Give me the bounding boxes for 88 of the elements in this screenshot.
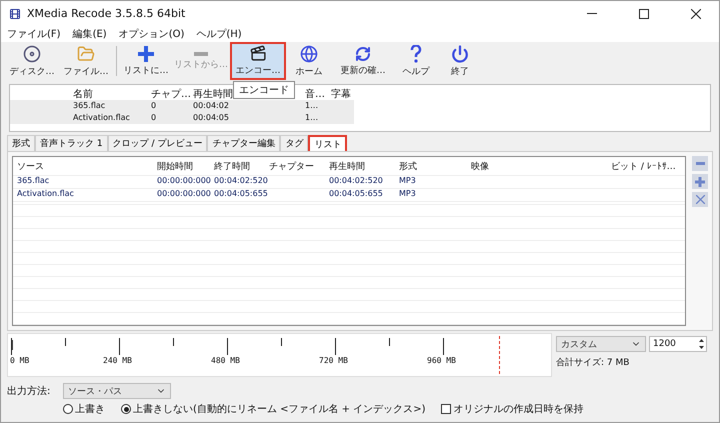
minus-icon: [696, 162, 704, 165]
toolbar-button[interactable]: エンコー…: [230, 42, 286, 80]
menu-item[interactable]: オプション(O): [118, 27, 184, 41]
column-header[interactable]: ソース: [13, 157, 153, 175]
tick-label: 480 MB: [211, 356, 240, 365]
table-row[interactable]: 365.flac 0 00:04:02 1…: [10, 100, 354, 112]
power-icon: [451, 44, 469, 62]
limit-line: [499, 336, 500, 374]
clapperboard-icon: [250, 45, 266, 62]
radio-button[interactable]: [63, 404, 73, 414]
radio-button[interactable]: [121, 404, 131, 414]
table-cell-text: 0: [150, 112, 158, 124]
toolbar-button[interactable]: ヘルプ: [394, 42, 438, 80]
menu-item[interactable]: ヘルプ(H): [196, 27, 242, 41]
column-header[interactable]: 名前: [70, 85, 148, 100]
toolbar-button[interactable]: リストに…: [120, 42, 172, 80]
checkbox-option[interactable]: オリジナルの作成日時を保持: [441, 402, 584, 416]
column-header[interactable]: 形式: [395, 157, 467, 175]
tab[interactable]: クロップ / プレビュー: [108, 135, 208, 151]
tick-label: 240 MB: [103, 356, 132, 365]
maximize-icon: [639, 8, 649, 18]
table-cell-text: 00:00:00:000: [156, 189, 210, 200]
preset-dropdown[interactable]: カスタム: [556, 336, 646, 352]
output-label: 出力方法:: [7, 384, 52, 398]
toolbar-button[interactable]: ファイル…: [59, 42, 113, 80]
table-cell-text: 00:00:00:000: [156, 176, 210, 187]
tab[interactable]: 形式: [7, 135, 35, 151]
table-cell-text: 00:04:02:520: [328, 176, 384, 187]
minus-icon: [194, 52, 208, 56]
table-cell-text: 00:04:02:520: [213, 176, 265, 187]
size-limit-field[interactable]: 1200: [649, 336, 707, 352]
table-cell-text: 365.flac: [16, 176, 50, 187]
toolbar-button[interactable]: ディスク…: [5, 42, 59, 80]
plus-icon: [138, 46, 154, 62]
table-cell-text: Activation.flac: [16, 189, 75, 200]
table-row[interactable]: Activation.flac 0 00:04:05 1…: [10, 112, 354, 124]
spinner-arrows-icon[interactable]: [697, 337, 706, 351]
refresh-icon: [355, 46, 371, 62]
menu-item[interactable]: 編集(E): [72, 27, 107, 41]
tick-label: 720 MB: [319, 356, 348, 365]
table-cell-text: 00:04:05: [192, 112, 230, 124]
plus-icon: [695, 176, 705, 186]
folder-icon: [77, 44, 95, 62]
app-icon: [9, 8, 21, 20]
help-icon: [410, 44, 422, 62]
table-cell-text: 1…: [304, 100, 320, 112]
radio-option[interactable]: 上書き: [63, 402, 105, 416]
column-header[interactable]: 再生時間: [325, 157, 395, 175]
tick-label: 960 MB: [427, 356, 456, 365]
column-header[interactable]: 字幕: [328, 85, 354, 100]
table-row[interactable]: 365.flac 00:00:00:000 00:04:02:520 00:04:02:520 MP3: [13, 176, 685, 189]
table-cell-text: 0: [150, 100, 158, 112]
window-title: XMedia Recode 3.5.8.5 64bit: [27, 7, 186, 20]
table-row[interactable]: Activation.flac 00:00:00:000 00:04:05:655 00:04:05:655 MP3: [13, 189, 685, 202]
close-icon: [691, 8, 701, 18]
column-header[interactable]: 音…: [302, 85, 328, 100]
minimize-icon: [587, 13, 597, 14]
table-cell-text: 00:04:05:655: [328, 189, 384, 200]
tick-label: 0 MB: [10, 356, 30, 365]
table-cell-text: MP3: [398, 189, 417, 200]
table-cell-text: Activation.flac: [72, 112, 131, 124]
menu-item[interactable]: ファイル(F): [7, 27, 61, 41]
tab[interactable]: 音声トラック 1: [35, 135, 108, 151]
table-cell-text: 00:04:05:655: [213, 189, 265, 200]
globe-icon: [300, 44, 318, 62]
table-cell-text: MP3: [398, 176, 417, 187]
toolbar-button[interactable]: ホーム: [286, 42, 332, 80]
column-header[interactable]: ビット / ﾚｰﾄｻ…: [607, 157, 677, 175]
table-cell-text: 00:04:02: [192, 100, 230, 112]
total-size: 合計サイズ: 7 MB: [556, 356, 630, 369]
tooltip: エンコード: [233, 81, 295, 99]
column-header[interactable]: チャプ…: [148, 85, 190, 100]
tab[interactable]: タグ: [280, 135, 308, 151]
disc-icon: [23, 44, 41, 62]
table-cell-text: 365.flac: [72, 100, 106, 112]
tab[interactable]: チャプター編集: [207, 135, 280, 151]
column-header[interactable]: 映像: [467, 157, 607, 175]
toolbar-button[interactable]: 更新の確…: [332, 42, 394, 80]
close-icon: [696, 195, 704, 204]
column-header[interactable]: 開始時間: [153, 157, 210, 175]
radio-option[interactable]: 上書きしない(自動的にリネーム <ファイル名 + インデックス>): [121, 402, 426, 416]
toolbar-button[interactable]: 終了: [438, 42, 482, 80]
column-header[interactable]: 終了時間: [210, 157, 265, 175]
checkbox[interactable]: [441, 404, 452, 414]
table-cell-text: 1…: [304, 112, 320, 124]
output-mode-dropdown[interactable]: ソース・パス: [63, 383, 171, 399]
tab[interactable]: リスト: [308, 135, 348, 151]
column-header[interactable]: チャプター: [265, 157, 325, 175]
